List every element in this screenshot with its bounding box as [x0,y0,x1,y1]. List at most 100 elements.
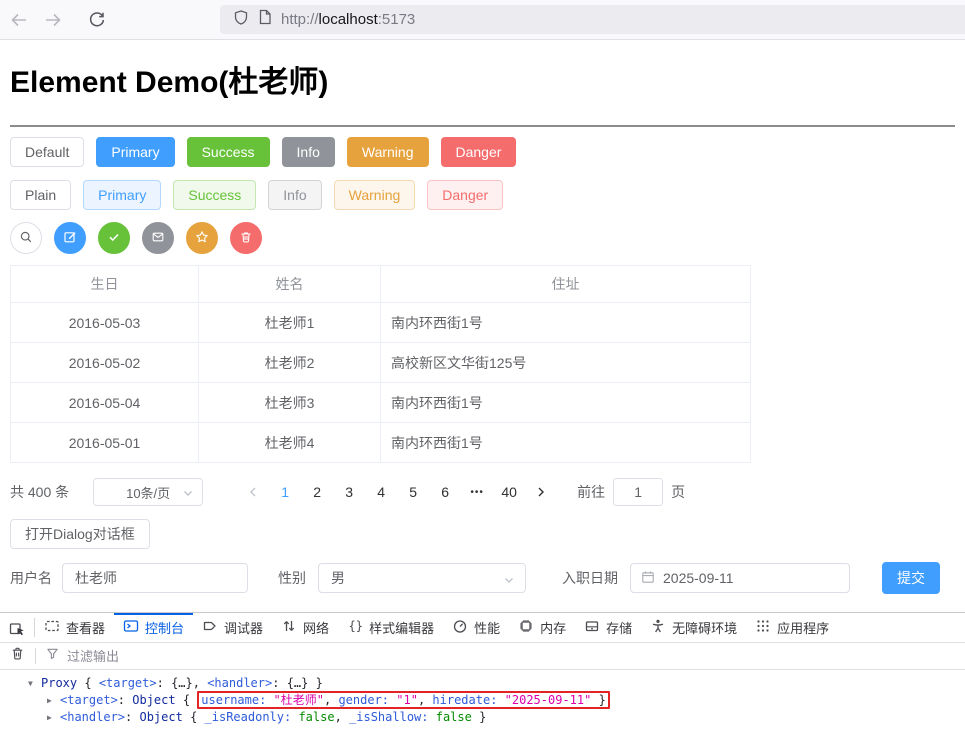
tab-label: 应用程序 [777,618,829,637]
property-key: _isShallow: [349,710,436,724]
goto-page-input[interactable] [613,478,663,506]
property-key: <target> [60,693,118,707]
warning-button[interactable]: Warning [347,137,429,167]
collapse-caret-icon[interactable]: ▼ [28,676,41,692]
clear-console-icon[interactable] [10,646,25,666]
page-number-5[interactable]: 5 [397,484,429,500]
cell-address: 南内环西街1号 [381,423,751,463]
filter-input[interactable] [67,649,965,664]
plain-danger-button[interactable]: Danger [427,180,503,210]
property-key: username: [201,693,273,707]
table-row[interactable]: 2016-05-04 杜老师3 南内环西街1号 [11,383,751,423]
tab-label: 网络 [303,618,329,637]
plain-warning-button[interactable]: Warning [334,180,416,210]
property-key: _isReadonly: [205,710,299,724]
goto-unit-label: 页 [671,482,685,502]
page-number-1[interactable]: 1 [269,484,301,500]
open-dialog-button[interactable]: 打开Dialog对话框 [10,519,150,549]
tab-accessibility[interactable]: 无障碍环境 [641,613,746,642]
pick-element-icon[interactable] [0,613,34,642]
string-value: "杜老师" [274,693,324,707]
tab-storage[interactable]: 存储 [575,613,641,642]
tab-console[interactable]: 控制台 [114,613,193,642]
plain-success-button[interactable]: Success [173,180,256,210]
expand-caret-icon[interactable]: ▶ [47,710,60,726]
string-value: "1" [396,693,418,707]
forward-icon[interactable] [36,3,70,37]
browser-window: http://localhost:5173 Element Demo(杜老师) … [0,0,965,733]
next-page-button[interactable] [525,478,557,506]
chevron-down-icon [503,573,515,589]
search-circle-button[interactable] [10,222,42,254]
tab-network[interactable]: 网络 [272,613,338,642]
gender-select[interactable]: 男 [318,563,526,593]
primary-button[interactable]: Primary [96,137,174,167]
debugger-icon [202,618,218,637]
submit-button[interactable]: 提交 [882,562,940,594]
username-input[interactable] [62,563,248,593]
console-message[interactable]: ▶<handler>: Object { _isReadonly: false,… [0,709,965,726]
memory-icon [518,618,534,637]
more-pages-icon[interactable]: ••• [461,487,493,498]
tab-inspector[interactable]: 查看器 [35,613,114,642]
divider [35,648,36,664]
expand-caret-icon[interactable]: ▶ [47,693,60,709]
object-classname: Proxy [41,676,77,690]
network-icon [281,618,297,637]
tab-performance[interactable]: 性能 [443,613,509,642]
object-classname: Object [139,710,182,724]
reload-icon[interactable] [80,3,114,37]
page-number-2[interactable]: 2 [301,484,333,500]
default-button[interactable]: Default [10,137,84,167]
tab-label: 无障碍环境 [672,618,737,637]
star-circle-button[interactable] [186,222,218,254]
page-number-6[interactable]: 6 [429,484,461,500]
page-number-40[interactable]: 40 [493,484,525,500]
console-message[interactable]: ▼Proxy { <target>: {…}, <handler>: {…} } [0,675,965,692]
plain-info-button[interactable]: Info [268,180,321,210]
hiredate-input[interactable]: 2025-09-11 [630,563,850,593]
property-value: {…} [287,676,309,690]
browser-toolbar: http://localhost:5173 [0,0,965,40]
column-header-birthday: 生日 [11,266,199,303]
danger-button[interactable]: Danger [441,137,517,167]
success-button[interactable]: Success [187,137,270,167]
star-icon [195,230,209,247]
console-message[interactable]: ▶<target>: Object { username: "杜老师", gen… [0,692,965,709]
plain-button[interactable]: Plain [10,180,71,210]
page-info-icon[interactable] [258,9,272,30]
cell-name: 杜老师2 [199,343,381,383]
delete-circle-button[interactable] [230,222,262,254]
table-row[interactable]: 2016-05-01 杜老师4 南内环西街1号 [11,423,751,463]
cell-name: 杜老师4 [199,423,381,463]
check-circle-button[interactable] [98,222,130,254]
plain-button-row: Plain Primary Success Info Warning Dange… [10,180,965,210]
accessibility-icon [650,618,666,637]
tab-debugger[interactable]: 调试器 [193,613,272,642]
property-key: <target> [99,676,157,690]
page-number-3[interactable]: 3 [333,484,365,500]
url-scheme: http:// [281,11,319,28]
plain-primary-button[interactable]: Primary [83,180,161,210]
message-circle-button[interactable] [142,222,174,254]
info-button[interactable]: Info [282,137,335,167]
tab-label: 查看器 [66,618,105,637]
property-key: gender: [338,693,396,707]
url-bar[interactable]: http://localhost:5173 [220,5,965,34]
back-icon[interactable] [2,3,36,37]
tab-memory[interactable]: 内存 [509,613,575,642]
page-size-select[interactable]: 10条/页 [93,478,203,506]
table-row[interactable]: 2016-05-02 杜老师2 高校新区文华街125号 [11,343,751,383]
tab-style-editor[interactable]: {} 样式编辑器 [338,613,443,642]
table-row[interactable]: 2016-05-03 杜老师1 南内环西街1号 [11,303,751,343]
cell-address: 南内环西街1号 [381,303,751,343]
tab-application[interactable]: 应用程序 [746,613,838,642]
prev-page-button[interactable] [237,478,269,506]
shield-icon[interactable] [233,9,249,31]
circle-button-row [10,222,965,254]
edit-circle-button[interactable] [54,222,86,254]
tab-label: 控制台 [145,618,184,637]
column-header-name: 姓名 [199,266,381,303]
filter-icon [46,647,59,665]
page-number-4[interactable]: 4 [365,484,397,500]
